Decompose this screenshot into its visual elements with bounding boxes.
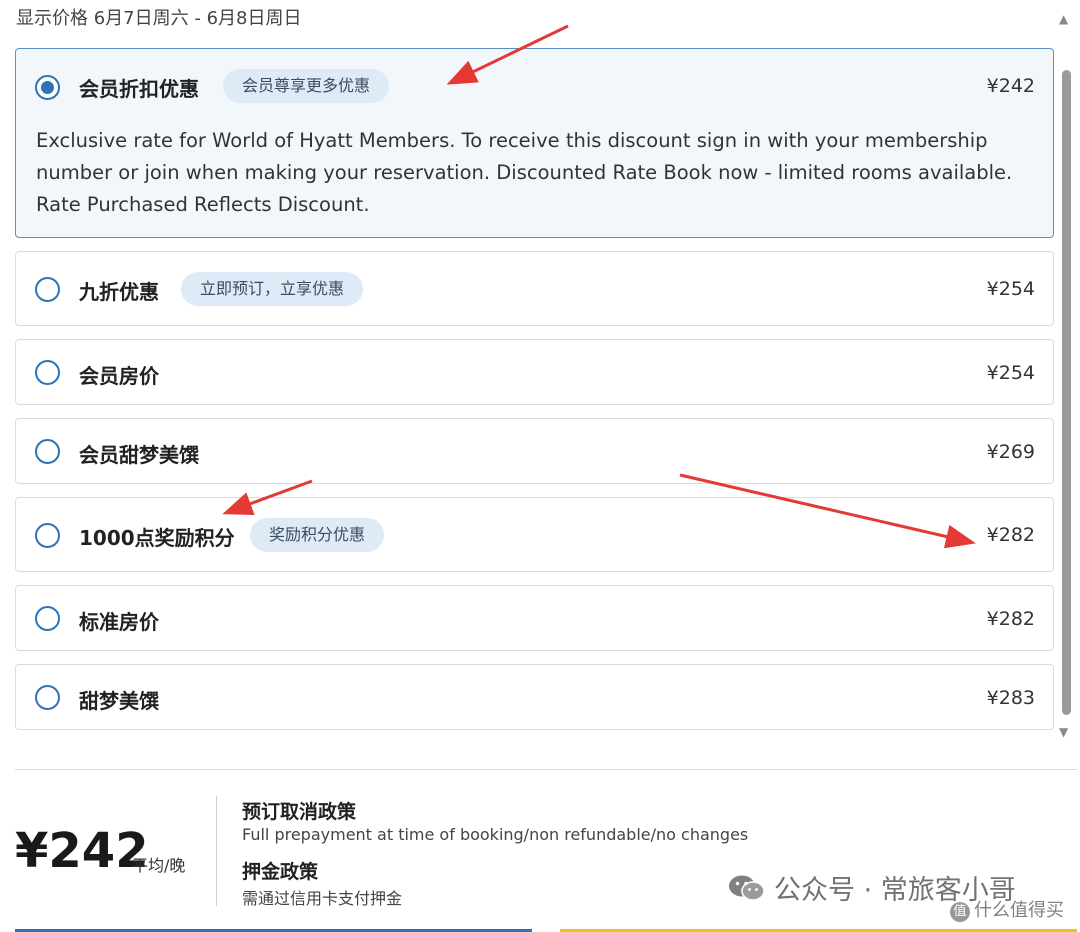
deposit-policy-text: 需通过信用卡支付押金 <box>242 889 403 908</box>
cancel-policy-title: 预订取消政策 <box>242 801 357 823</box>
cancel-policy-text: Full prepayment at time of booking/non r… <box>242 825 749 844</box>
rate-name: 会员房价 <box>79 364 159 388</box>
total-price: ¥242 <box>15 823 149 879</box>
rate-name: 1000点奖励积分 <box>79 526 235 550</box>
rate-name: 甜梦美馔 <box>79 689 159 713</box>
rate-price: ¥254 <box>986 362 1035 384</box>
rate-description: Exclusive rate for World of Hyatt Member… <box>36 129 1013 216</box>
rate-badge: 立即预订，立享优惠 <box>181 272 364 306</box>
price-unit-label: 平均/晚 <box>132 856 186 875</box>
rate-price: ¥283 <box>986 687 1035 709</box>
rate-option-member-sweet-dreams[interactable]: 会员甜梦美馔 ¥269 <box>15 418 1054 484</box>
radio-unselected-icon[interactable] <box>35 439 60 464</box>
date-range-header: 显示价格 6月7日周六 - 6月8日周日 <box>16 8 302 29</box>
rate-badge: 会员尊享更多优惠 <box>223 69 390 103</box>
radio-unselected-icon[interactable] <box>35 685 60 710</box>
scrollbar-thumb[interactable] <box>1062 70 1071 715</box>
badge-icon: 值 <box>950 902 970 922</box>
rate-name: 会员甜梦美馔 <box>79 443 199 467</box>
section-divider <box>15 769 1077 770</box>
radio-unselected-icon[interactable] <box>35 606 60 631</box>
rate-price: ¥282 <box>986 524 1035 546</box>
rate-option-member-rate[interactable]: 会员房价 ¥254 <box>15 339 1054 405</box>
vertical-divider <box>216 796 217 906</box>
radio-unselected-icon[interactable] <box>35 523 60 548</box>
rate-name: 九折优惠 <box>79 280 159 304</box>
rate-price: ¥254 <box>986 278 1035 300</box>
corner-watermark: 值什么值得买 <box>950 896 1064 922</box>
rate-price: ¥269 <box>986 441 1035 463</box>
radio-unselected-icon[interactable] <box>35 360 60 385</box>
scroll-down-arrow-icon[interactable]: ▼ <box>1059 725 1068 739</box>
rate-badge: 奖励积分优惠 <box>250 518 385 552</box>
rate-option-member-discount[interactable]: 会员折扣优惠 会员尊享更多优惠 ¥242 Exclusive rate for … <box>15 48 1054 238</box>
rate-option-1000-bonus-points[interactable]: 1000点奖励积分 奖励积分优惠 ¥282 <box>15 497 1054 572</box>
radio-unselected-icon[interactable] <box>35 277 60 302</box>
wechat-icon <box>729 875 765 901</box>
rate-price: ¥282 <box>986 608 1035 630</box>
corner-watermark-text: 什么值得买 <box>974 900 1064 921</box>
rate-option-sweet-dreams[interactable]: 甜梦美馔 ¥283 <box>15 664 1054 730</box>
rate-name: 标准房价 <box>79 610 159 634</box>
deposit-policy-title: 押金政策 <box>242 861 319 883</box>
scroll-up-arrow-icon[interactable]: ▲ <box>1059 12 1068 26</box>
rate-option-standard-rate[interactable]: 标准房价 ¥282 <box>15 585 1054 651</box>
radio-selected-icon[interactable] <box>35 75 60 100</box>
rate-option-ten-percent-off[interactable]: 九折优惠 立即预订，立享优惠 ¥254 <box>15 251 1054 326</box>
rate-name: 会员折扣优惠 <box>79 77 199 101</box>
rate-price: ¥242 <box>986 75 1035 97</box>
